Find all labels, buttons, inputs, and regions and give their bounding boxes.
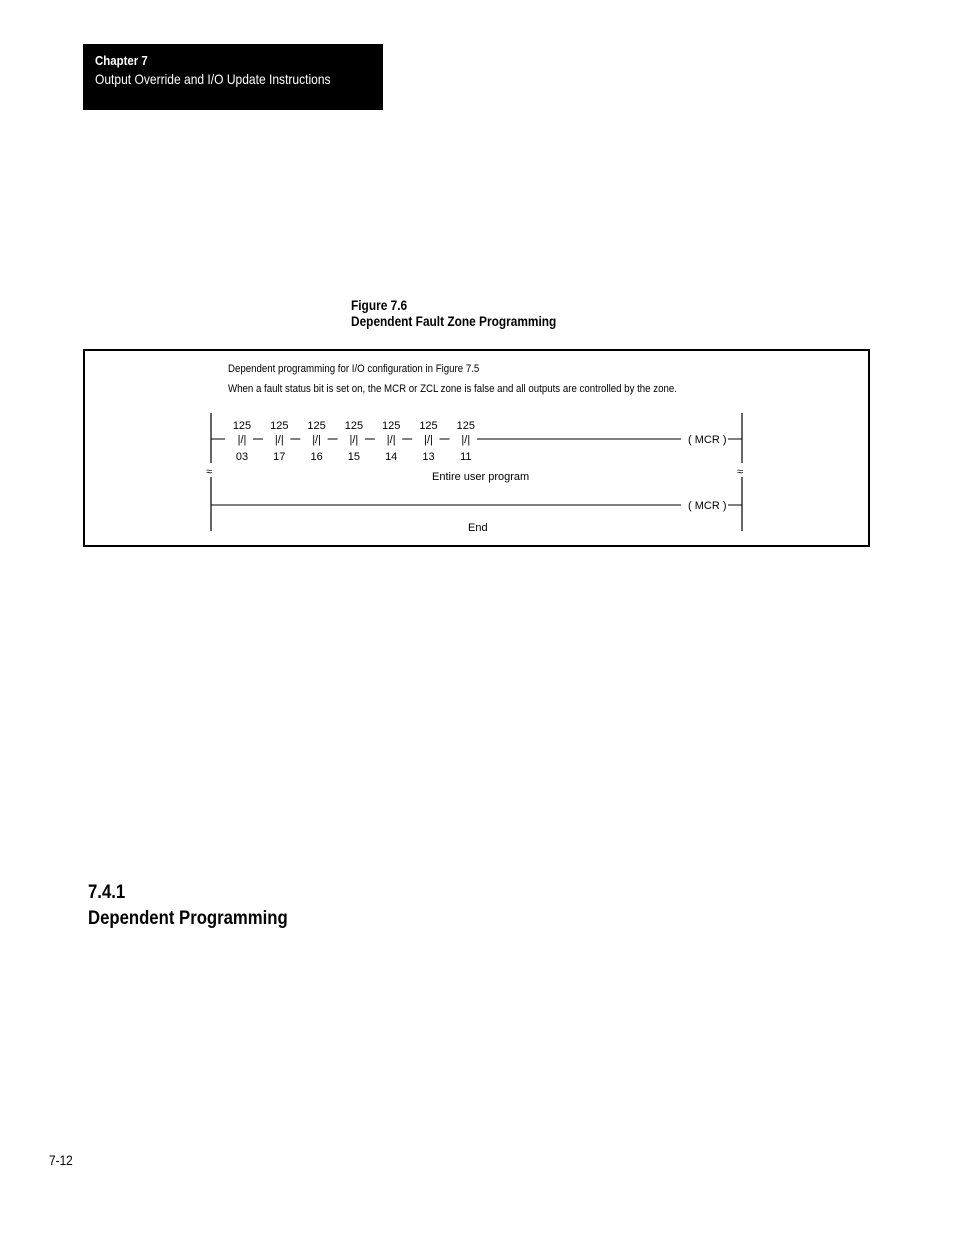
rung1-contacts: 125 |/| 03 125 |/| 17 125 |/| 16 125 |/| 15 125 |/| 14…	[233, 420, 475, 463]
rung1-mcr-output: ( MCR )	[688, 434, 727, 446]
contact-125-15: 125 |/| 15	[345, 420, 375, 463]
contact-bit-address: 14	[385, 451, 397, 463]
contact-bit-address: 16	[310, 451, 322, 463]
rung2-mcr-output: ( MCR )	[688, 500, 727, 512]
figure-number: Figure 7.6	[351, 298, 408, 313]
contact-125-13: 125 |/| 13	[419, 420, 450, 463]
normally-closed-contact-icon: |/|	[387, 434, 396, 446]
contact-word-address: 125	[457, 420, 475, 432]
left-rail-break-icon: ≈	[206, 466, 212, 478]
normally-closed-contact-icon: |/|	[461, 434, 470, 446]
contact-125-11: 125 |/| 11	[457, 420, 475, 463]
chapter-label: Chapter 7	[95, 53, 148, 68]
contact-125-14: 125 |/| 14	[382, 420, 413, 463]
contact-125-16: 125 |/| 16	[307, 420, 338, 463]
contact-word-address: 125	[270, 420, 288, 432]
section-title: Dependent Programming	[88, 908, 288, 929]
contact-bit-address: 17	[273, 451, 285, 463]
contact-bit-address: 03	[236, 451, 248, 463]
end-label: End	[468, 522, 488, 534]
normally-closed-contact-icon: |/|	[312, 434, 321, 446]
normally-closed-contact-icon: |/|	[424, 434, 433, 446]
entire-user-program-label: Entire user program	[432, 471, 529, 483]
figure-caption: Figure 7.6 Dependent Fault Zone Programm…	[351, 298, 556, 330]
normally-closed-contact-icon: |/|	[238, 434, 247, 446]
contact-word-address: 125	[307, 420, 325, 432]
page-number: 7-12	[49, 1153, 73, 1168]
contact-125-03: 125 |/| 03	[233, 420, 263, 463]
contact-word-address: 125	[345, 420, 363, 432]
contact-word-address: 125	[419, 420, 437, 432]
ladder-diagram: ≈ ≈ 125 |/| 03 125 |/| 17 125 |/| 16 125 |/| 15 125 |…	[206, 413, 743, 534]
contact-bit-address: 11	[460, 451, 471, 463]
figure-title: Dependent Fault Zone Programming	[351, 314, 557, 329]
contact-word-address: 125	[382, 420, 400, 432]
chapter-title: Output Override and I/O Update Instructi…	[95, 71, 331, 87]
figure-box: Dependent programming for I/O configurat…	[83, 349, 870, 547]
contact-125-17: 125 |/| 17	[270, 420, 301, 463]
chapter-header: Chapter 7 Output Override and I/O Update…	[83, 44, 383, 110]
contact-bit-address: 15	[348, 451, 360, 463]
contact-bit-address: 13	[422, 451, 434, 463]
right-rail-break-icon: ≈	[737, 466, 743, 478]
contact-word-address: 125	[233, 420, 251, 432]
section-number: 7.4.1	[88, 882, 126, 903]
normally-closed-contact-icon: |/|	[275, 434, 284, 446]
normally-closed-contact-icon: |/|	[350, 434, 359, 446]
